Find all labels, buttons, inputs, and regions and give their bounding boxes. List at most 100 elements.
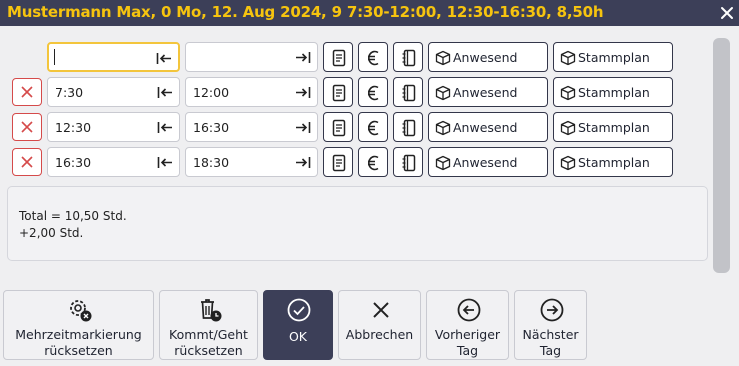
time-to-value: 18:30 bbox=[193, 155, 230, 170]
time-from-value: 16:30 bbox=[55, 155, 92, 170]
present-button[interactable]: Anwesend bbox=[428, 147, 548, 177]
notebook-button[interactable] bbox=[393, 42, 423, 72]
time-to-input[interactable] bbox=[185, 42, 318, 72]
notebook-icon bbox=[402, 154, 416, 172]
time-to-value: 16:30 bbox=[193, 120, 230, 135]
euro-button[interactable] bbox=[358, 112, 388, 142]
end-time-icon[interactable] bbox=[295, 51, 311, 64]
reset-marking-button[interactable]: Mehrzeitmarkierung rücksetzen bbox=[3, 290, 154, 360]
present-button-label: Anwesend bbox=[453, 120, 518, 135]
gear-reset-icon bbox=[69, 300, 91, 322]
document-icon bbox=[332, 84, 346, 102]
present-button[interactable]: Anwesend bbox=[428, 112, 548, 142]
vertical-scrollbar[interactable] bbox=[713, 38, 730, 273]
box-icon bbox=[435, 155, 451, 171]
time-to-input[interactable]: 16:30 bbox=[185, 112, 318, 142]
time-to-input[interactable]: 18:30 bbox=[185, 147, 318, 177]
document-icon bbox=[332, 49, 346, 67]
end-time-icon[interactable] bbox=[295, 121, 311, 134]
time-from-input[interactable]: 12:30 bbox=[47, 112, 180, 142]
cancel-button[interactable]: Abbrechen bbox=[338, 290, 421, 360]
start-time-icon[interactable] bbox=[157, 121, 173, 134]
master-plan-button-label: Stammplan bbox=[578, 155, 650, 170]
summary-difference: +2,00 Std. bbox=[19, 226, 84, 240]
euro-button[interactable] bbox=[358, 77, 388, 107]
summary-total: Total = 10,50 Std. bbox=[19, 209, 127, 223]
present-button-label: Anwesend bbox=[453, 50, 518, 65]
next-day-button[interactable]: Nächster Tag bbox=[514, 290, 587, 360]
previous-day-button[interactable]: Vorheriger Tag bbox=[426, 290, 509, 360]
document-button[interactable] bbox=[323, 77, 353, 107]
notebook-icon bbox=[402, 119, 416, 137]
delete-x-icon bbox=[21, 121, 33, 133]
start-time-icon[interactable] bbox=[157, 156, 173, 169]
document-icon bbox=[332, 119, 346, 137]
time-from-value: 12:30 bbox=[55, 120, 92, 135]
cancel-label: Abbrechen bbox=[345, 327, 414, 342]
box-icon bbox=[435, 120, 451, 136]
arrow-left-circle-icon bbox=[457, 298, 480, 322]
time-from-input[interactable] bbox=[47, 42, 180, 72]
box-icon bbox=[560, 85, 576, 101]
euro-icon bbox=[368, 85, 379, 101]
master-plan-button-label: Stammplan bbox=[578, 85, 650, 100]
time-row: 16:30 18:30 Anwesend Stammplan bbox=[0, 147, 700, 177]
dialog-title: Mustermann Max, 0 Mo, 12. Aug 2024, 9 7:… bbox=[7, 3, 604, 21]
delete-x-icon bbox=[21, 156, 33, 168]
euro-icon bbox=[368, 120, 379, 136]
notebook-button[interactable] bbox=[393, 77, 423, 107]
close-icon bbox=[721, 7, 733, 19]
previous-day-line2: Tag bbox=[456, 343, 479, 358]
document-button[interactable] bbox=[323, 42, 353, 72]
time-from-input[interactable]: 7:30 bbox=[47, 77, 180, 107]
euro-button[interactable] bbox=[358, 147, 388, 177]
euro-icon bbox=[368, 50, 379, 66]
title-bar: Mustermann Max, 0 Mo, 12. Aug 2024, 9 7:… bbox=[0, 0, 739, 26]
x-icon bbox=[372, 302, 389, 318]
text-caret bbox=[54, 49, 55, 65]
present-button[interactable]: Anwesend bbox=[428, 42, 548, 72]
end-time-icon[interactable] bbox=[295, 156, 311, 169]
ok-button[interactable]: OK bbox=[263, 290, 333, 360]
close-button[interactable] bbox=[716, 2, 738, 24]
master-plan-button[interactable]: Stammplan bbox=[553, 147, 673, 177]
next-day-line2: Tag bbox=[539, 343, 562, 358]
box-icon bbox=[435, 85, 451, 101]
time-row: Anwesend Stammplan bbox=[0, 42, 700, 72]
time-entry-dialog: Anwesend Stammplan 7:30 12:00 Anwesend S… bbox=[0, 26, 739, 366]
time-row: 12:30 16:30 Anwesend Stammplan bbox=[0, 112, 700, 142]
delete-x-icon bbox=[21, 86, 33, 98]
box-icon bbox=[435, 50, 451, 66]
present-button-label: Anwesend bbox=[453, 155, 518, 170]
time-to-input[interactable]: 12:00 bbox=[185, 77, 318, 107]
notebook-icon bbox=[402, 84, 416, 102]
arrow-right-circle-icon bbox=[540, 298, 563, 322]
master-plan-button[interactable]: Stammplan bbox=[553, 112, 673, 142]
end-time-icon[interactable] bbox=[295, 86, 311, 99]
master-plan-button[interactable]: Stammplan bbox=[553, 42, 673, 72]
start-time-icon[interactable] bbox=[156, 52, 172, 65]
reset-inout-button[interactable]: Kommt/Geht rücksetzen bbox=[159, 290, 258, 360]
summary-box: Total = 10,50 Std. +2,00 Std. bbox=[7, 186, 708, 261]
time-from-input[interactable]: 16:30 bbox=[47, 147, 180, 177]
trash-clock-icon bbox=[200, 299, 221, 322]
notebook-button[interactable] bbox=[393, 112, 423, 142]
delete-row-button[interactable] bbox=[12, 148, 42, 176]
box-icon bbox=[560, 50, 576, 66]
master-plan-button[interactable]: Stammplan bbox=[553, 77, 673, 107]
reset-inout-line1: Kommt/Geht bbox=[169, 327, 248, 342]
check-circle-icon bbox=[287, 298, 311, 322]
document-button[interactable] bbox=[323, 112, 353, 142]
delete-row-button[interactable] bbox=[12, 113, 42, 141]
reset-marking-line1: Mehrzeitmarkierung bbox=[15, 327, 142, 342]
present-button[interactable]: Anwesend bbox=[428, 77, 548, 107]
document-button[interactable] bbox=[323, 147, 353, 177]
time-from-value: 7:30 bbox=[55, 85, 84, 100]
notebook-icon bbox=[402, 49, 416, 67]
ok-label: OK bbox=[288, 329, 308, 344]
delete-row-button[interactable] bbox=[12, 78, 42, 106]
start-time-icon[interactable] bbox=[157, 86, 173, 99]
notebook-button[interactable] bbox=[393, 147, 423, 177]
present-button-label: Anwesend bbox=[453, 85, 518, 100]
euro-button[interactable] bbox=[358, 42, 388, 72]
